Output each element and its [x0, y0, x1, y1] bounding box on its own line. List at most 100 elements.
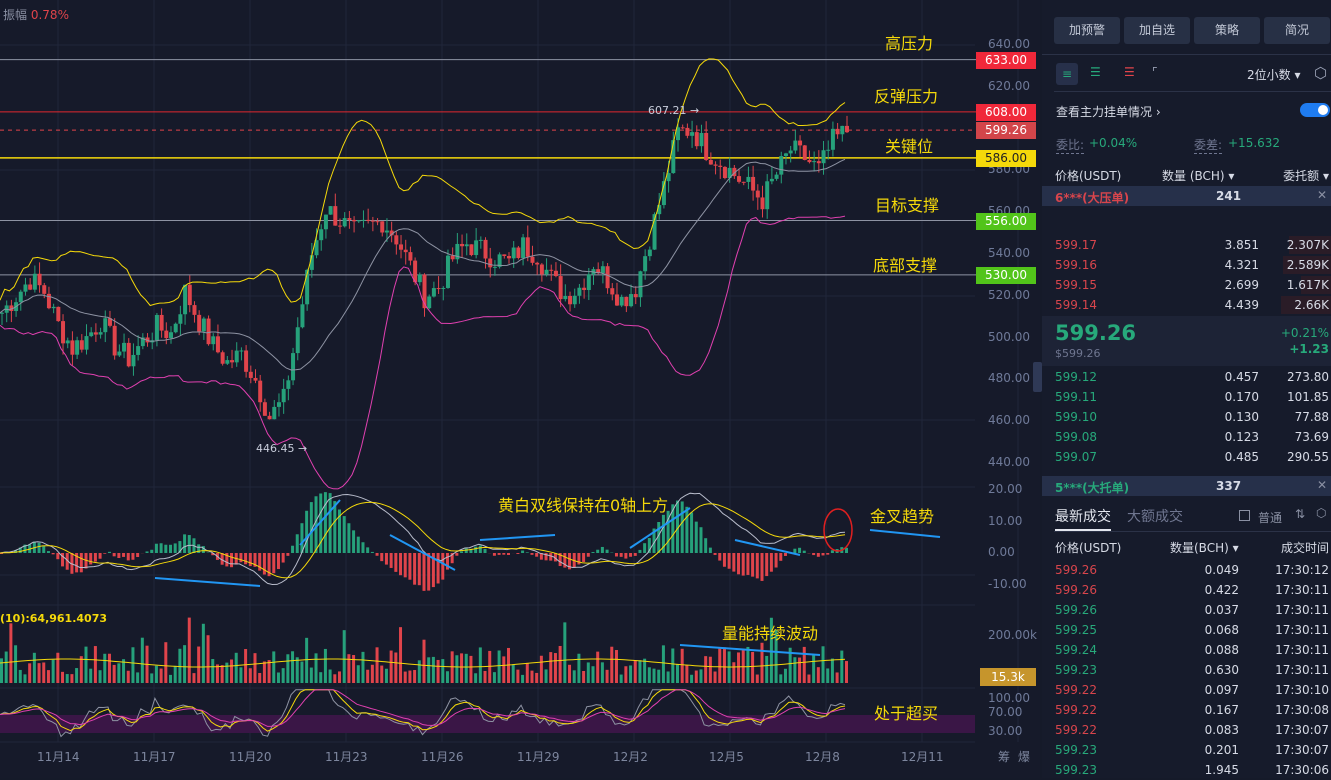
- main-orders-toggle[interactable]: [1300, 103, 1330, 117]
- add-alert-button[interactable]: 加预警: [1054, 17, 1120, 44]
- macd-histogram-bar: [516, 553, 519, 554]
- ask-amount: 2.66K: [1294, 298, 1329, 312]
- trade-qty: 0.201: [1205, 743, 1239, 757]
- ask-row[interactable]: 599.164.3212.589K: [1042, 255, 1331, 275]
- volume-bar: [615, 650, 618, 683]
- bid-row[interactable]: 599.080.12373.69: [1042, 427, 1331, 447]
- trend-arrow: [155, 578, 260, 586]
- main-orders-link[interactable]: 查看主力挂单情况 ›: [1056, 103, 1161, 120]
- tab-large-trades[interactable]: 大额成交: [1127, 506, 1183, 526]
- volume-bar: [437, 660, 440, 683]
- ask-row[interactable]: 599.144.4392.66K: [1042, 295, 1331, 315]
- kline-chart[interactable]: 振幅 0.78% 高压力 反弹压力 关键位 目标支撑 底部支撑 黄白双线保持在0…: [0, 0, 1040, 778]
- trade-qty: 0.068: [1205, 623, 1239, 637]
- volume-bar: [648, 667, 651, 683]
- macd-histogram-bar: [174, 543, 177, 553]
- macd-histogram-bar: [728, 553, 731, 569]
- trade-row: 599.250.06817:30:11: [1042, 620, 1331, 640]
- volume-bar: [9, 623, 12, 683]
- volume-bar: [526, 663, 529, 683]
- volume-bar: [516, 670, 519, 683]
- bid-amount: 290.55: [1287, 450, 1329, 464]
- volume-bar: [117, 663, 120, 683]
- add-watchlist-button[interactable]: 加自选: [1124, 17, 1190, 44]
- annotation-bottom: 底部支撑: [873, 252, 937, 276]
- book-expand-icon[interactable]: ⌜: [1152, 65, 1158, 79]
- candle: [826, 150, 830, 151]
- volume-bar: [103, 654, 106, 683]
- overview-button[interactable]: 简况: [1264, 17, 1330, 44]
- macd-axis-label: -10.00: [988, 577, 1027, 591]
- date-label: 11月14: [37, 748, 80, 765]
- settings-icon[interactable]: ⬡: [1316, 506, 1326, 520]
- macd-histogram-bar: [704, 538, 707, 553]
- header-amount[interactable]: 委托额 ▾: [1283, 167, 1329, 184]
- corner-chip[interactable]: 筹: [998, 748, 1010, 765]
- trade-price: 599.22: [1055, 683, 1097, 697]
- candle: [33, 274, 37, 290]
- close-icon[interactable]: ✕: [1317, 478, 1327, 492]
- candle: [319, 229, 323, 240]
- header-qty[interactable]: 数量(BCH) ▾: [1170, 539, 1239, 556]
- book-asks-icon[interactable]: ☰: [1124, 65, 1135, 79]
- book-both-icon[interactable]: ≡: [1056, 63, 1078, 85]
- candle: [817, 161, 821, 163]
- annotation-volume: 量能持续波动: [722, 620, 818, 644]
- macd-histogram-bar: [530, 553, 533, 555]
- candle: [624, 297, 628, 306]
- sort-icon[interactable]: ⇅: [1295, 507, 1305, 521]
- candle: [38, 274, 42, 285]
- macd-histogram-bar: [357, 537, 360, 553]
- volume-bar: [192, 673, 195, 683]
- volume-bar: [221, 665, 224, 683]
- macd-histogram-bar: [606, 550, 609, 553]
- bid-row[interactable]: 599.120.457273.80: [1042, 367, 1331, 387]
- level-tag: 530.00: [976, 267, 1036, 284]
- macd-histogram-bar: [615, 553, 618, 556]
- bid-row[interactable]: 599.070.485290.55: [1042, 447, 1331, 467]
- candle: [70, 340, 74, 354]
- macd-histogram-bar: [366, 547, 369, 553]
- bid-row[interactable]: 599.100.13077.88: [1042, 407, 1331, 427]
- high-marker: 607.21 →: [648, 104, 699, 117]
- macd-histogram-bar: [56, 553, 59, 559]
- collapse-panel-handle[interactable]: [1033, 362, 1042, 392]
- large-ask-band[interactable]: 6***(大压单) 241 ✕: [1042, 186, 1331, 206]
- bid-price: 599.11: [1055, 390, 1097, 404]
- header-qty[interactable]: 数量 (BCH) ▾: [1162, 167, 1234, 184]
- volume-bar: [474, 673, 477, 683]
- bid-row[interactable]: 599.110.170101.85: [1042, 387, 1331, 407]
- ask-row[interactable]: 599.173.8512.307K: [1042, 235, 1331, 255]
- volume-bar: [99, 670, 102, 683]
- close-icon[interactable]: ✕: [1317, 188, 1327, 202]
- book-bids-icon[interactable]: ☰: [1090, 65, 1101, 79]
- trades-header: 价格(USDT) 数量(BCH) ▾ 成交时间: [1042, 536, 1331, 556]
- candle: [277, 402, 281, 407]
- ask-row[interactable]: 599.152.6991.617K: [1042, 275, 1331, 295]
- trade-time: 17:30:11: [1275, 623, 1329, 637]
- decimals-select[interactable]: 2位小数 ▾: [1247, 66, 1300, 83]
- chart-canvas[interactable]: [0, 0, 1040, 778]
- normal-checkbox[interactable]: [1239, 510, 1250, 521]
- corner-burst[interactable]: 爆: [1018, 748, 1030, 765]
- trade-row: 599.260.42217:30:11: [1042, 580, 1331, 600]
- large-bid-band[interactable]: 5***(大托单) 337 ✕: [1042, 476, 1331, 496]
- macd-histogram-bar: [164, 545, 167, 553]
- macd-histogram-bar: [47, 551, 50, 553]
- volume-bar: [469, 656, 472, 683]
- volume-bar: [357, 665, 360, 683]
- volume-bar: [723, 647, 726, 683]
- volume-bar: [502, 656, 505, 683]
- volume-bar: [85, 647, 88, 683]
- volume-bar: [685, 665, 688, 683]
- tab-latest-trades[interactable]: 最新成交: [1055, 506, 1111, 526]
- level-tag: 608.00: [976, 104, 1036, 121]
- volume-axis-label: 200.00k: [988, 628, 1037, 642]
- strategy-button[interactable]: 策略: [1194, 17, 1260, 44]
- settings-icon[interactable]: ⬡: [1314, 64, 1327, 82]
- macd-histogram-bar: [765, 553, 768, 576]
- candle: [338, 226, 342, 227]
- volume-bar: [399, 627, 402, 683]
- candle: [493, 267, 497, 268]
- volume-bar: [479, 647, 482, 683]
